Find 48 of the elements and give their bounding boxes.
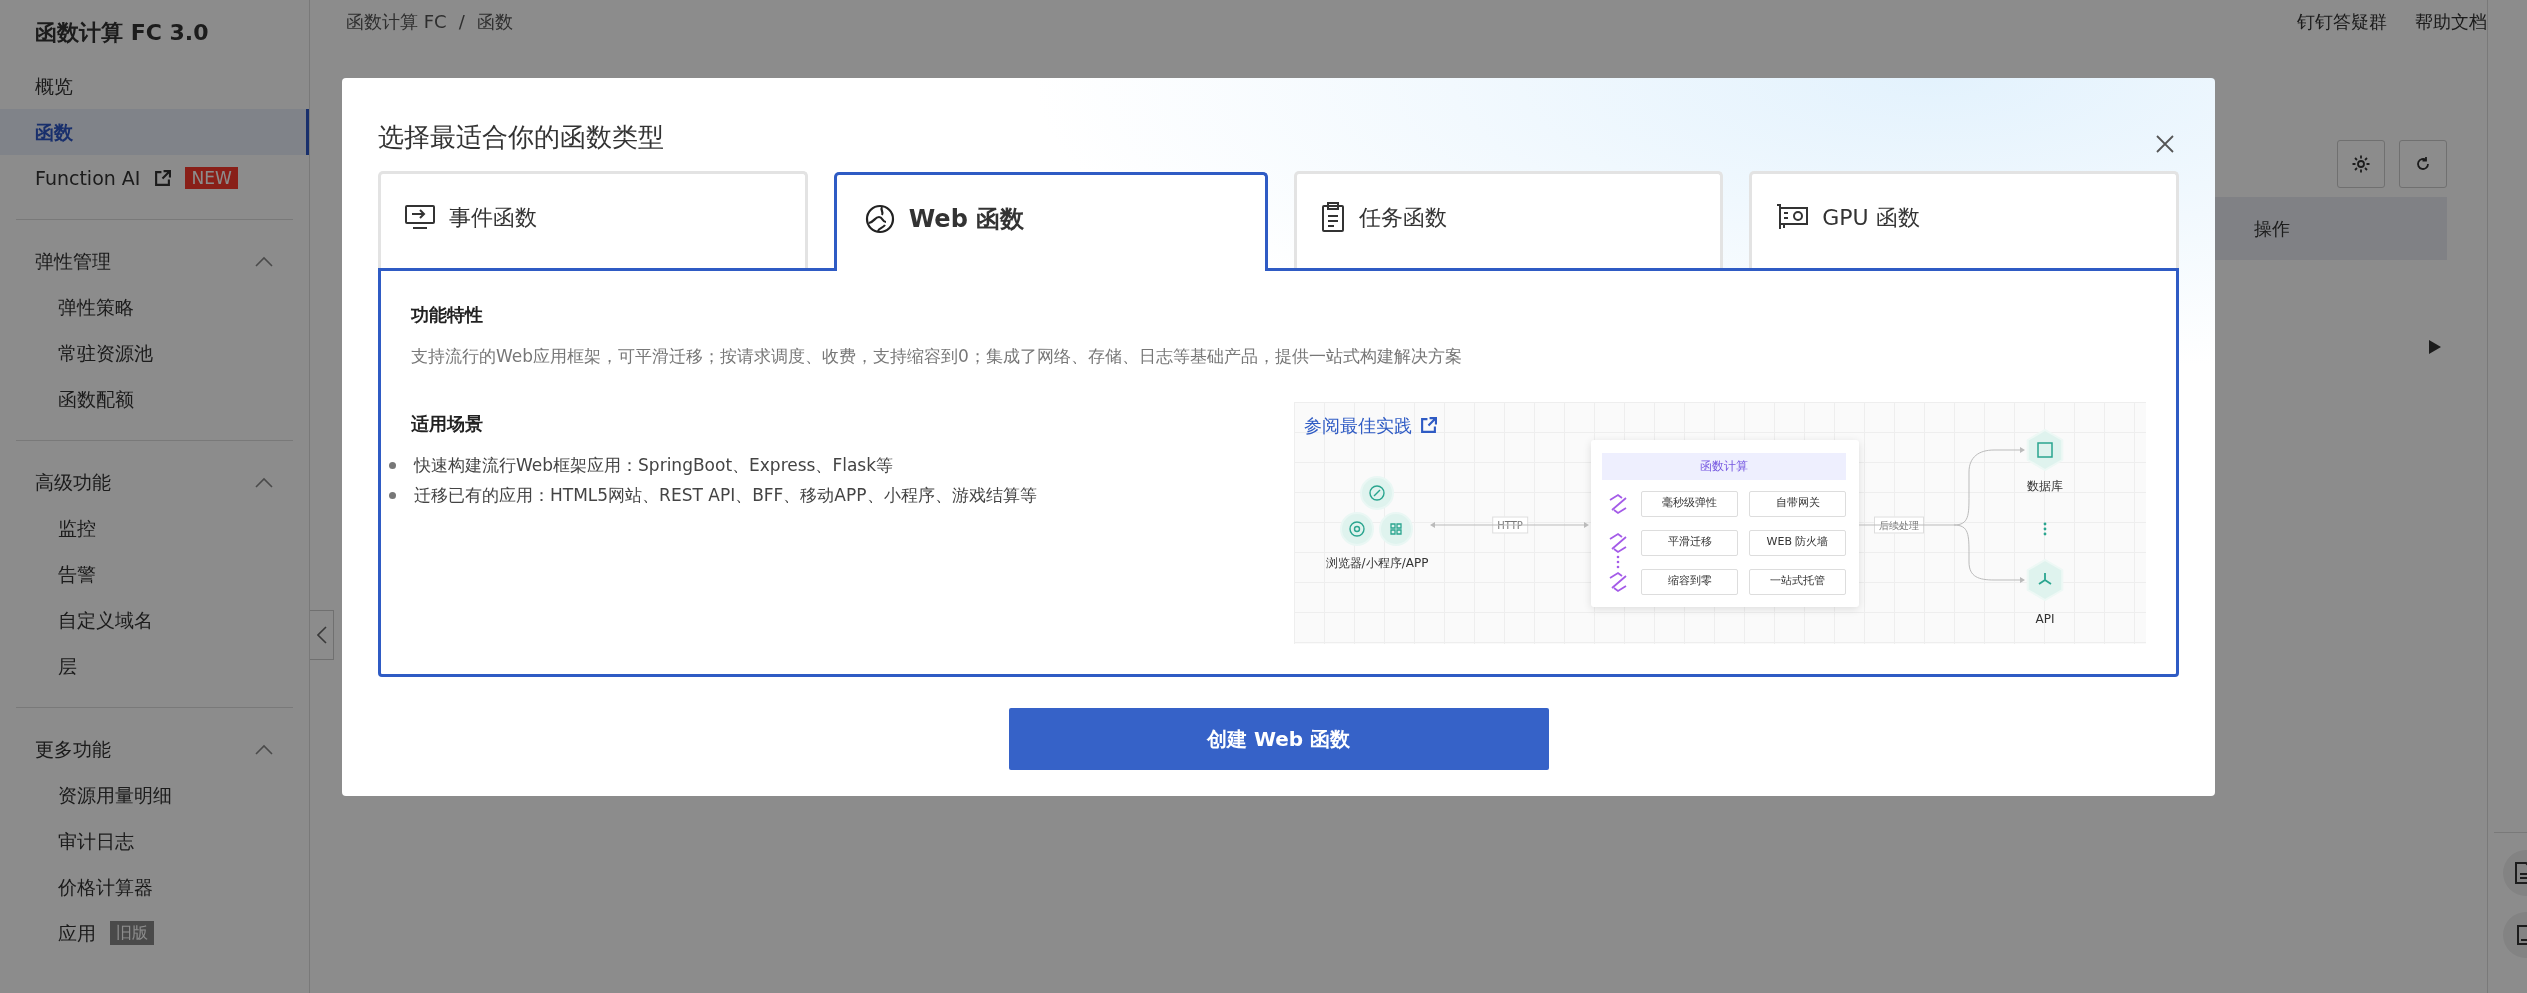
- sidebar-item[interactable]: 层: [58, 651, 77, 681]
- sidebar-item[interactable]: 应用: [58, 918, 96, 948]
- feature-tag: 自带网关: [1749, 490, 1846, 517]
- feature-tag: WEB 防火墙: [1749, 529, 1846, 556]
- sidebar-item[interactable]: 价格计算器: [58, 872, 153, 902]
- dialog-title: 选择最适合你的函数类型: [378, 121, 664, 154]
- old-version-badge: 旧版: [110, 921, 154, 945]
- column-header: 操作: [2254, 217, 2290, 241]
- sidebar-item[interactable]: 告警: [58, 559, 96, 589]
- function-type-tab[interactable]: 任务函数: [1293, 171, 1724, 268]
- group-header[interactable]: 弹性管理: [35, 246, 111, 276]
- feature-tag: 一站式托管: [1749, 568, 1846, 595]
- header-link[interactable]: 钉钉答疑群: [2297, 8, 2387, 35]
- diagram-label: 浏览器/小程序/APP: [1325, 554, 1429, 572]
- description-text: 支持流行的Web应用框架，可平滑迁移；按请求调度、收费，支持缩容到0；集成了网络、存储、日志等基础产品，提供一站式构建解决方案: [411, 345, 1463, 368]
- section-heading: 适用场景: [411, 411, 484, 436]
- header-link[interactable]: 帮助文档: [2415, 8, 2487, 35]
- diagram-label: API: [2035, 610, 2055, 628]
- create-button[interactable]: 创建 Web 函数: [1008, 708, 1549, 770]
- app-title: 函数计算 FC 3.0: [34, 19, 210, 47]
- list-item-text: 迁移已有的应用：HTML5网站、REST API、BFF、移动APP、小程序、游戏结算等: [414, 483, 1037, 507]
- section-heading: 功能特性: [411, 303, 484, 327]
- function-type-tab[interactable]: Web 函数: [833, 172, 1268, 271]
- sidebar-item[interactable]: 审计日志: [58, 826, 134, 856]
- new-badge: NEW: [185, 167, 238, 189]
- sidebar-item[interactable]: 常驻资源池: [58, 338, 153, 368]
- feature-tag: 毫秒级弹性: [1641, 490, 1738, 517]
- group-header[interactable]: 更多功能: [35, 734, 111, 764]
- function-type-tab[interactable]: GPU 函数: [1749, 171, 2179, 268]
- sidebar-item[interactable]: 弹性策略: [58, 292, 134, 322]
- group-header[interactable]: 高级功能: [35, 467, 111, 497]
- sidebar-item[interactable]: 函数配额: [58, 384, 134, 414]
- feature-tag: 平滑迁移: [1641, 529, 1738, 556]
- breadcrumb-item[interactable]: 函数计算 FC: [346, 8, 447, 35]
- best-practice-link[interactable]: 参阅最佳实践: [1304, 411, 1437, 439]
- sidebar-item[interactable]: 函数: [0, 109, 309, 155]
- sidebar-item[interactable]: 自定义域名: [58, 605, 153, 635]
- card-header: 函数计算: [1602, 452, 1846, 480]
- sidebar-item[interactable]: 资源用量明细: [58, 780, 172, 810]
- sidebar-item[interactable]: Function AI: [35, 163, 141, 193]
- function-type-tab[interactable]: 事件函数: [378, 171, 808, 268]
- diagram-label: 数据库: [2027, 477, 2063, 495]
- feature-tag: 缩容到零: [1641, 568, 1738, 595]
- list-item-text: 快速构建流行Web框架应用：SpringBoot、Express、Flask等: [414, 453, 894, 477]
- breadcrumb-item: 函数: [476, 10, 513, 34]
- sidebar-item[interactable]: 监控: [58, 513, 96, 543]
- sidebar-item[interactable]: 概览: [0, 63, 309, 109]
- breadcrumb-separator: /: [458, 10, 465, 34]
